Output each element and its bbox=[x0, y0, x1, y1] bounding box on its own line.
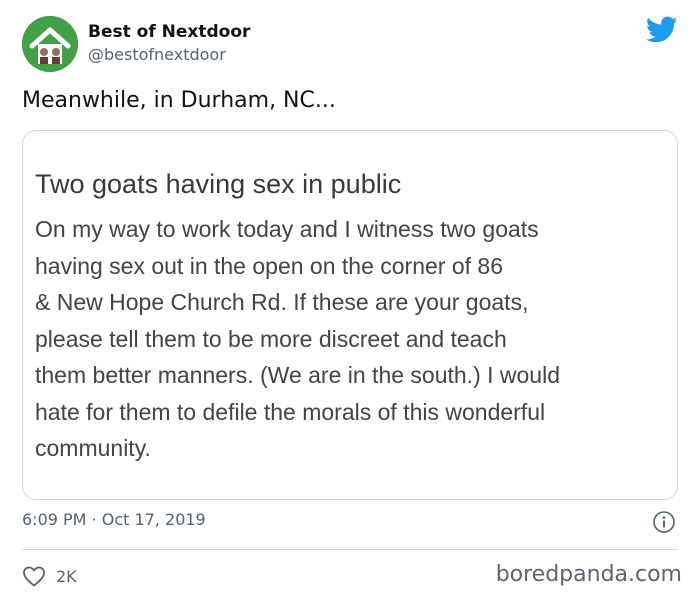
twitter-bird-icon[interactable] bbox=[646, 16, 678, 44]
post-body-line: having sex out in the open on the corner… bbox=[35, 252, 503, 279]
tweet-text: Meanwhile, in Durham, NC... bbox=[22, 88, 336, 113]
embedded-post-card[interactable]: Two goats having sex in public On my way… bbox=[22, 130, 678, 500]
timestamp[interactable]: 6:09 PM · Oct 17, 2019 bbox=[22, 510, 206, 529]
user-handle[interactable]: @bestofnextdoor bbox=[88, 45, 226, 64]
like-button[interactable]: 2K bbox=[22, 563, 77, 589]
post-body-line: & New Hope Church Rd. If these are your … bbox=[35, 289, 529, 315]
divider bbox=[22, 549, 678, 550]
like-count: 2K bbox=[56, 566, 77, 586]
post-body-line: On my way to work today and I witness tw… bbox=[35, 216, 539, 242]
post-body-line: please tell them to be more discreet and… bbox=[35, 325, 507, 352]
heart-icon[interactable] bbox=[22, 565, 46, 587]
display-name[interactable]: Best of Nextdoor bbox=[88, 22, 250, 42]
watermark: boredpanda.com bbox=[495, 562, 682, 587]
post-body: On my way to work today and I witness tw… bbox=[35, 211, 675, 467]
tweet-card: Best of Nextdoor @bestofnextdoor Meanwhi… bbox=[0, 0, 700, 602]
post-body-line: hate for them to defile the morals of th… bbox=[35, 398, 546, 425]
info-icon[interactable] bbox=[652, 510, 676, 534]
avatar[interactable] bbox=[22, 16, 78, 72]
post-title: Two goats having sex in public bbox=[35, 169, 402, 199]
house-logo-icon bbox=[22, 16, 78, 72]
post-body-line: them better manners. (We are in the sout… bbox=[35, 362, 560, 388]
post-body-line: community. bbox=[35, 435, 151, 461]
